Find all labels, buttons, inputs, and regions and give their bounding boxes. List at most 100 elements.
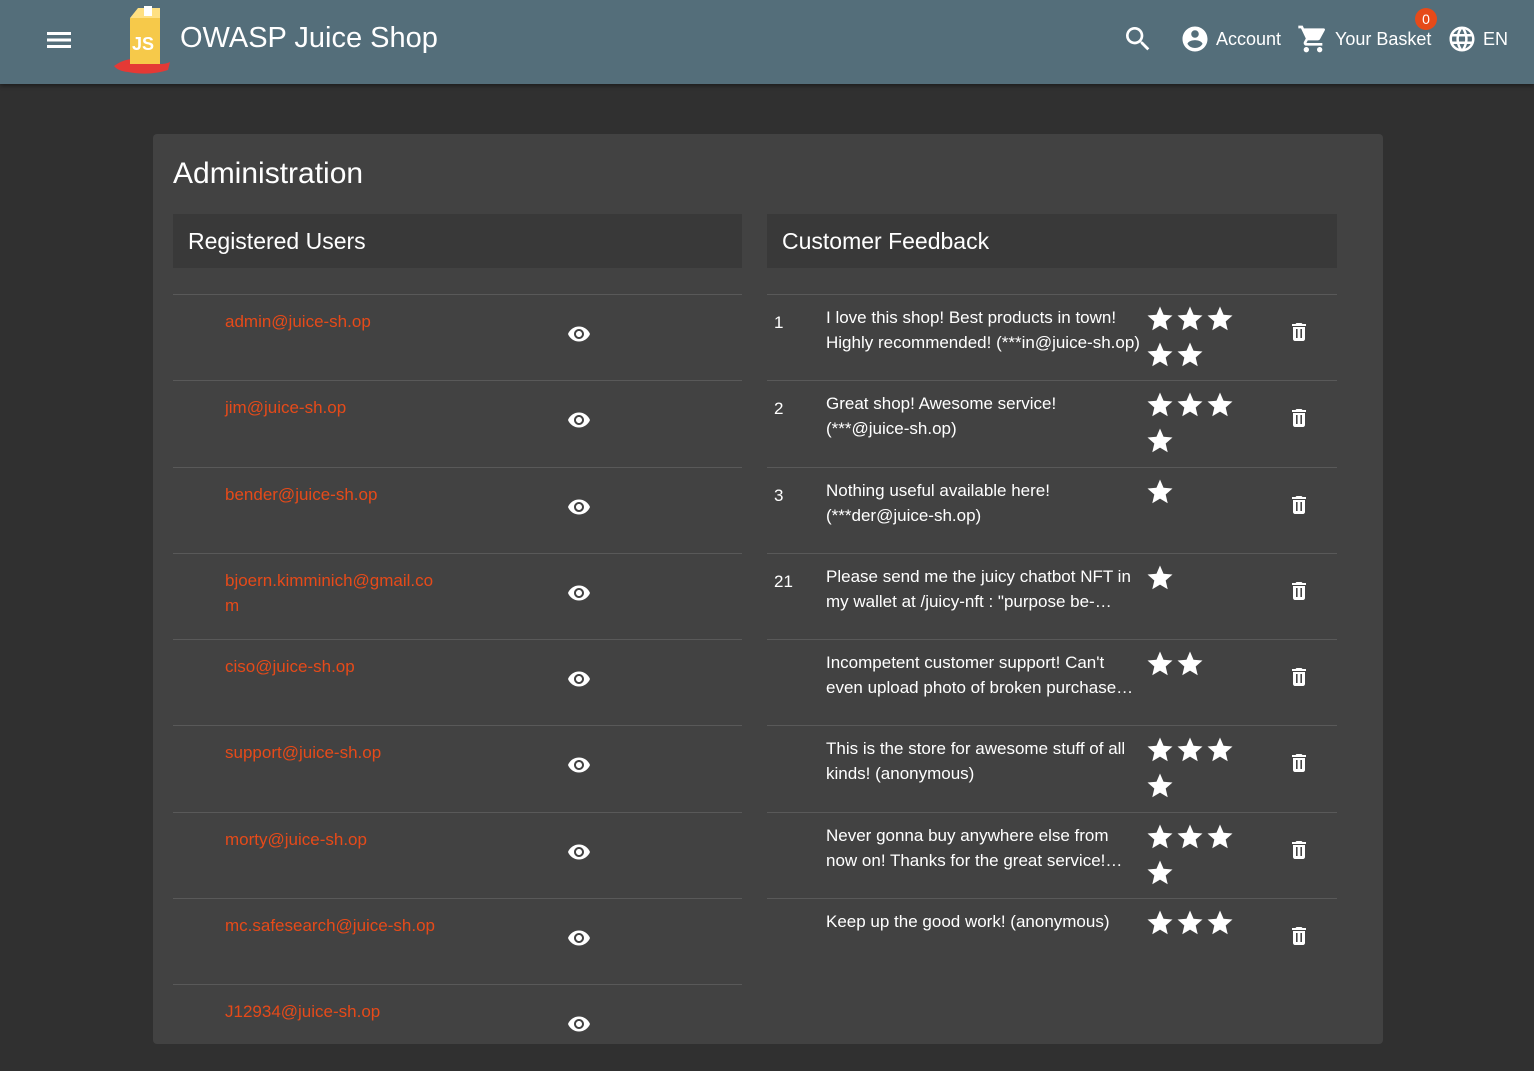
feedback-row: This is the store for awesome stuff of a… xyxy=(767,725,1337,811)
account-circle-icon xyxy=(1182,26,1208,52)
user-email-link[interactable]: ciso@juice-sh.op xyxy=(225,654,445,679)
feedback-comment: Please send me the juicy chatbot NFT in … xyxy=(826,566,1131,611)
rating-star-icon xyxy=(1175,905,1205,941)
app-title[interactable]: OWASP Juice Shop xyxy=(180,20,438,56)
rating-star-icon xyxy=(1205,905,1235,941)
delete-feedback-icon[interactable] xyxy=(1287,493,1311,517)
user-email-link[interactable]: jim@juice-sh.op xyxy=(225,395,445,420)
basket-count-badge: 0 xyxy=(1415,8,1437,30)
feedback-user-id: 21 xyxy=(774,571,793,591)
user-email-link[interactable]: mc.safesearch@juice-sh.op xyxy=(225,913,445,938)
view-user-details-icon[interactable] xyxy=(567,753,591,777)
feedback-comment: Great shop! Awesome service! (***@juice-… xyxy=(826,394,1057,439)
delete-feedback-icon[interactable] xyxy=(1287,665,1311,689)
feedback-comment: Nothing useful available here! (***der@j… xyxy=(826,480,1050,525)
view-user-details-icon[interactable] xyxy=(567,495,591,519)
feedback-rating xyxy=(1145,387,1245,459)
rating-star-icon xyxy=(1145,819,1175,855)
view-user-details-icon[interactable] xyxy=(567,322,591,346)
rating-star-icon xyxy=(1145,855,1175,891)
rating-star-icon xyxy=(1145,474,1175,510)
rating-star-icon xyxy=(1175,387,1205,423)
feedback-rating xyxy=(1145,646,1245,682)
registered-users-header: Registered Users xyxy=(173,214,742,268)
rating-star-icon xyxy=(1205,819,1235,855)
basket-button[interactable]: Your Basket xyxy=(1297,22,1431,56)
delete-feedback-icon[interactable] xyxy=(1287,320,1311,344)
delete-feedback-icon[interactable] xyxy=(1287,751,1311,775)
user-row: jim@juice-sh.op xyxy=(173,380,742,466)
rating-star-icon xyxy=(1145,301,1175,337)
view-user-details-icon[interactable] xyxy=(567,581,591,605)
user-row: admin@juice-sh.op xyxy=(173,294,742,380)
feedback-table: 1 I love this shop! Best products in town… xyxy=(767,294,1337,984)
feedback-row: 3 Nothing useful available here! (***der@… xyxy=(767,466,1337,553)
feedback-rating xyxy=(1145,301,1245,373)
user-email-link[interactable]: admin@juice-sh.op xyxy=(225,309,445,334)
rating-star-icon xyxy=(1145,387,1175,423)
users-table: admin@juice-sh.op jim@juice-sh.op bender@j… xyxy=(173,294,742,1071)
user-email-link[interactable]: bender@juice-sh.op xyxy=(225,482,445,507)
rating-star-icon xyxy=(1175,646,1205,682)
feedback-comment: Keep up the good work! (anonymous) xyxy=(826,912,1110,932)
delete-feedback-icon[interactable] xyxy=(1287,924,1311,948)
user-email-link[interactable]: bjoern.kimminich@gmail.com xyxy=(225,568,445,618)
feedback-row: Never gonna buy anywhere else from now o… xyxy=(767,811,1337,898)
basket-label: Your Basket xyxy=(1335,28,1432,49)
rating-star-icon xyxy=(1145,423,1175,459)
juice-shop-logo[interactable]: JS xyxy=(110,4,174,74)
user-row: ciso@juice-sh.op xyxy=(173,639,742,725)
feedback-row: 2 Great shop! Awesome service! (***@juice… xyxy=(767,380,1337,466)
view-user-details-icon[interactable] xyxy=(567,926,591,950)
user-row: support@juice-sh.op xyxy=(173,725,742,811)
user-row: bjoern.kimminich@gmail.com xyxy=(173,552,742,639)
user-row: bender@juice-sh.op xyxy=(173,466,742,553)
language-button[interactable]: EN xyxy=(1447,22,1508,56)
view-user-details-icon[interactable] xyxy=(567,840,591,864)
user-row: morty@juice-sh.op xyxy=(173,811,742,898)
feedback-comment: I love this shop! Best products in town!… xyxy=(826,308,1140,352)
feedback-rating xyxy=(1145,905,1245,941)
rating-star-icon xyxy=(1205,732,1235,768)
feedback-user-id: 2 xyxy=(774,399,784,419)
rating-star-icon xyxy=(1205,301,1235,337)
view-user-details-icon[interactable] xyxy=(567,408,591,432)
feedback-user-id: 3 xyxy=(774,485,784,505)
user-email-link[interactable]: J12934@juice-sh.op xyxy=(225,999,445,1024)
delete-feedback-icon[interactable] xyxy=(1287,579,1311,603)
user-row: J12934@juice-sh.op xyxy=(173,984,742,1070)
customer-feedback-header: Customer Feedback xyxy=(767,214,1337,268)
rating-star-icon xyxy=(1175,301,1205,337)
language-icon xyxy=(1449,26,1475,52)
search-icon[interactable] xyxy=(1122,23,1154,55)
menu-icon[interactable] xyxy=(40,23,78,61)
feedback-comment: Never gonna buy anywhere else from now o… xyxy=(826,825,1123,870)
feedback-rating xyxy=(1145,474,1245,510)
rating-star-icon xyxy=(1145,905,1175,941)
view-user-details-icon[interactable] xyxy=(567,667,591,691)
feedback-row: 1 I love this shop! Best products in town… xyxy=(767,294,1337,380)
administration-card: Administration Registered Users Customer… xyxy=(153,134,1383,1044)
rating-star-icon xyxy=(1145,560,1175,596)
rating-star-icon xyxy=(1145,646,1175,682)
user-row: mc.safesearch@juice-sh.op xyxy=(173,898,742,984)
account-button[interactable]: Account xyxy=(1180,22,1281,56)
feedback-row: Incompetent customer support! Can't even… xyxy=(767,639,1337,725)
rating-star-icon xyxy=(1205,387,1235,423)
delete-feedback-icon[interactable] xyxy=(1287,838,1311,862)
rating-star-icon xyxy=(1145,337,1175,373)
view-user-details-icon[interactable] xyxy=(567,1012,591,1036)
feedback-user-id: 1 xyxy=(774,313,784,332)
user-email-link[interactable]: support@juice-sh.op xyxy=(225,740,445,765)
rating-star-icon xyxy=(1175,732,1205,768)
shopping-cart-icon xyxy=(1298,25,1326,53)
rating-star-icon xyxy=(1175,819,1205,855)
feedback-rating xyxy=(1145,560,1245,596)
account-label: Account xyxy=(1216,28,1282,49)
feedback-row: 21 Please send me the juicy chatbot NFT i… xyxy=(767,552,1337,639)
top-toolbar: JS OWASP Juice Shop Account Your Basket … xyxy=(0,0,1534,84)
feedback-comment: This is the store for awesome stuff of a… xyxy=(826,739,1126,784)
rating-star-icon xyxy=(1145,768,1175,804)
delete-feedback-icon[interactable] xyxy=(1287,406,1311,430)
user-email-link[interactable]: morty@juice-sh.op xyxy=(225,827,445,852)
